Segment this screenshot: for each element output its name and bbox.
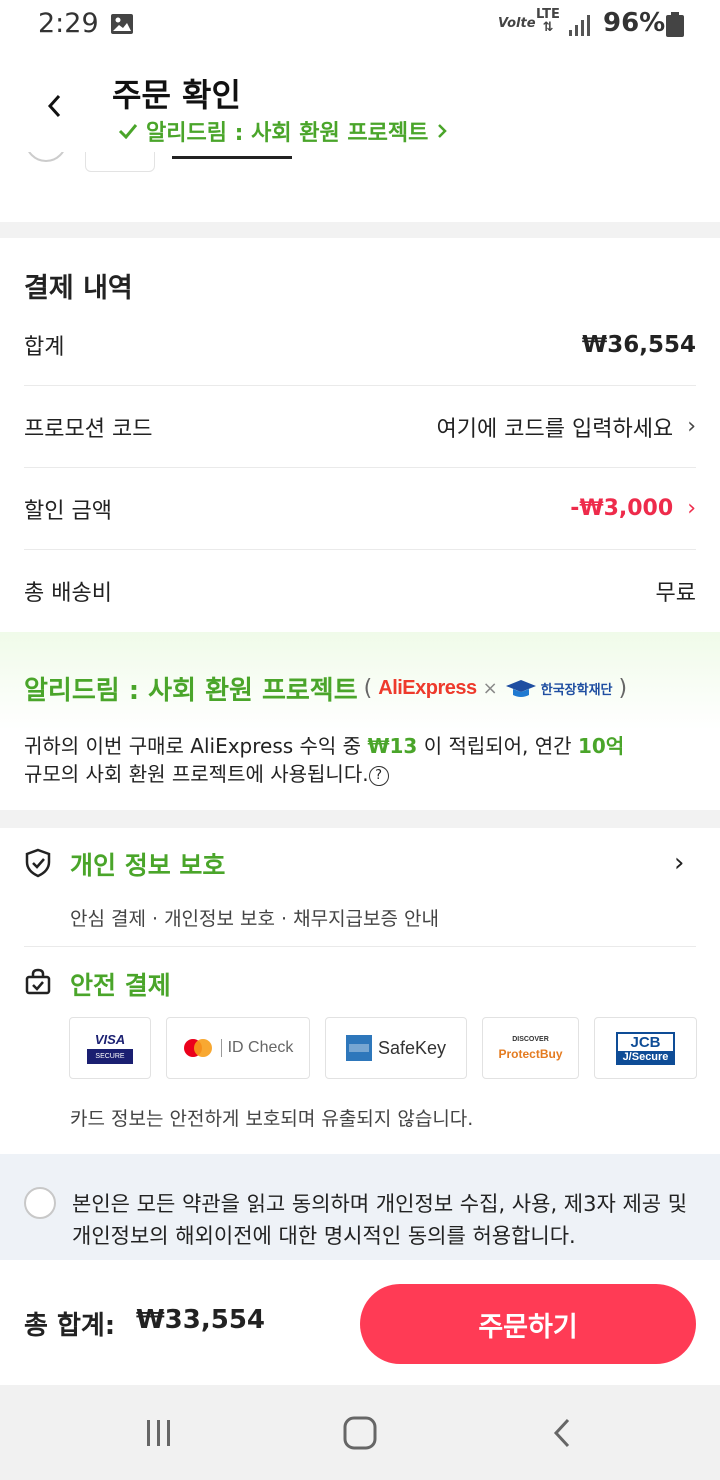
shipping-label: 총 배송비 bbox=[24, 581, 112, 606]
shipping-row: 총 배송비 무료 bbox=[24, 550, 696, 632]
section-divider bbox=[0, 810, 720, 828]
mastercard-icon bbox=[183, 1039, 212, 1057]
checkout-bar: 총 합계: ₩33,554 주문하기 bbox=[0, 1260, 720, 1385]
app-header: 주문 확인 알리드림 : 사회 환원 프로젝트 bbox=[0, 52, 720, 152]
promo-code-label: 프로모션 코드 bbox=[24, 416, 153, 442]
lte-indicator: LTE ⇅ bbox=[536, 7, 560, 35]
jcb-label: JCB bbox=[630, 1033, 661, 1051]
visa-secure-label: SECURE bbox=[87, 1049, 133, 1064]
item-radio[interactable] bbox=[25, 152, 67, 162]
times-symbol: × bbox=[482, 678, 498, 699]
paren-open: ( bbox=[363, 676, 373, 701]
mastercard-id-check-card: ID Check bbox=[166, 1017, 310, 1079]
safekey-label: SafeKey bbox=[377, 1037, 447, 1058]
subtotal-value: ₩36,554 bbox=[581, 331, 696, 358]
item-title-fragment bbox=[172, 156, 292, 159]
jsecure-label: J/Secure bbox=[617, 1050, 674, 1063]
chevron-right-icon bbox=[438, 124, 448, 138]
card-safety-note: 카드 정보는 안전하게 보호되며 유출되지 않습니다. bbox=[70, 1108, 474, 1130]
battery-icon bbox=[666, 12, 684, 37]
system-nav-bar bbox=[0, 1385, 720, 1480]
chevron-right-icon: › bbox=[674, 848, 685, 878]
social-title-text: 알리드림 : 사회 환원 프로젝트 bbox=[24, 676, 358, 706]
protectbuy-label: ProtectBuy bbox=[498, 1046, 563, 1061]
back-button[interactable] bbox=[34, 86, 74, 126]
help-icon[interactable]: ? bbox=[368, 765, 389, 786]
total-value: ₩33,554 bbox=[136, 1305, 266, 1335]
divider bbox=[24, 946, 696, 947]
amex-safekey-card: SafeKey bbox=[325, 1017, 467, 1079]
discover-protectbuy-card: DISCOVER ProtectBuy bbox=[482, 1017, 579, 1079]
agree-checkbox[interactable] bbox=[24, 1187, 56, 1219]
chevron-left-icon bbox=[553, 1418, 570, 1448]
privacy-description: 안심 결제 · 개인정보 보호 · 채무지급보증 안내 bbox=[70, 908, 439, 930]
total-label: 총 합계: bbox=[24, 1311, 116, 1341]
social-project-link-label: 알리드림 : 사회 환원 프로젝트 bbox=[146, 121, 429, 146]
kosaf-label: 한국장학재단 bbox=[540, 683, 613, 698]
terms-agreement-text[interactable]: 본인은 모든 약관을 읽고 동의하며 개인정보 수집, 사용, 제3자 제공 및… bbox=[72, 1188, 692, 1252]
discount-value: -₩3,000 › bbox=[570, 496, 696, 521]
shipping-value: 무료 bbox=[655, 581, 696, 606]
visa-secure-card: VISA SECURE bbox=[69, 1017, 151, 1079]
status-bar: 2:29 Volte LTE ⇅ 96% bbox=[0, 0, 720, 52]
discount-amount: -₩3,000 bbox=[570, 496, 674, 521]
place-order-button[interactable]: 주문하기 bbox=[360, 1284, 696, 1364]
gallery-icon bbox=[111, 14, 133, 34]
social-project-title: 알리드림 : 사회 환원 프로젝트 ( AliExpress × 한국장학재단 … bbox=[24, 670, 633, 707]
check-icon bbox=[118, 124, 138, 139]
terms-agreement: 본인은 모든 약관을 읽고 동의하며 개인정보 수집, 사용, 제3자 제공 및… bbox=[0, 1154, 720, 1260]
card-security-logos: VISA SECURE ID Check SafeKey DISCOVER Pr… bbox=[0, 1017, 720, 1081]
shield-check-icon bbox=[25, 848, 51, 878]
signal-icon bbox=[569, 15, 590, 36]
safe-payment-title: 안전 결제 bbox=[70, 971, 171, 1000]
social-project-description: 귀하의 이번 구매로 AliExpress 수익 중 ₩13 이 적립되어, 연… bbox=[24, 734, 625, 786]
subtotal-label: 합계 bbox=[24, 334, 65, 360]
section-divider bbox=[0, 222, 720, 238]
id-check-label: ID Check bbox=[220, 1039, 293, 1057]
paren-close: ) bbox=[618, 676, 628, 701]
social-project-link[interactable]: 알리드림 : 사회 환원 프로젝트 bbox=[118, 115, 448, 147]
recent-apps-button[interactable] bbox=[139, 1413, 179, 1453]
item-thumbnail bbox=[85, 152, 155, 172]
discount-row[interactable]: 할인 금액 -₩3,000 › bbox=[24, 468, 696, 550]
status-time: 2:29 bbox=[38, 8, 99, 39]
graduation-cap-icon bbox=[505, 679, 536, 697]
partial-order-item bbox=[0, 152, 720, 222]
promo-code-row[interactable]: 프로모션 코드 여기에 코드를 입력하세요 › bbox=[24, 386, 696, 468]
secure-bag-icon bbox=[25, 968, 51, 995]
chevron-right-icon: › bbox=[687, 496, 696, 521]
kosaf-logo: 한국장학재단 bbox=[504, 679, 613, 699]
aliexpress-logo: AliExpress bbox=[378, 677, 477, 699]
jcb-secure-card: JCB J/Secure bbox=[594, 1017, 697, 1079]
amex-icon bbox=[345, 1035, 372, 1061]
discover-label: DISCOVER bbox=[512, 1035, 549, 1043]
privacy-title: 개인 정보 보호 bbox=[70, 851, 226, 880]
home-button[interactable] bbox=[340, 1413, 380, 1453]
system-back-button[interactable] bbox=[542, 1413, 582, 1453]
promo-code-value: 여기에 코드를 입력하세요 › bbox=[437, 411, 696, 443]
volte-indicator: Volte bbox=[498, 16, 536, 31]
battery-percent: 96% bbox=[603, 8, 666, 38]
home-icon bbox=[343, 1416, 377, 1450]
discount-label: 할인 금액 bbox=[24, 498, 112, 524]
page-title: 주문 확인 bbox=[112, 76, 241, 114]
chevron-left-icon bbox=[47, 94, 61, 118]
recent-apps-icon bbox=[147, 1420, 170, 1446]
promo-code-placeholder: 여기에 코드를 입력하세요 bbox=[436, 416, 674, 442]
subtotal-row: 합계 ₩36,554 bbox=[24, 304, 696, 386]
payment-section-title: 결제 내역 bbox=[24, 273, 133, 304]
privacy-protection-row[interactable]: 개인 정보 보호 › 안심 결제 · 개인정보 보호 · 채무지급보증 안내 bbox=[0, 828, 720, 946]
chevron-right-icon: › bbox=[687, 414, 696, 439]
social-project-banner: 알리드림 : 사회 환원 프로젝트 ( AliExpress × 한국장학재단 … bbox=[0, 632, 720, 810]
visa-label: VISA bbox=[94, 1032, 126, 1047]
